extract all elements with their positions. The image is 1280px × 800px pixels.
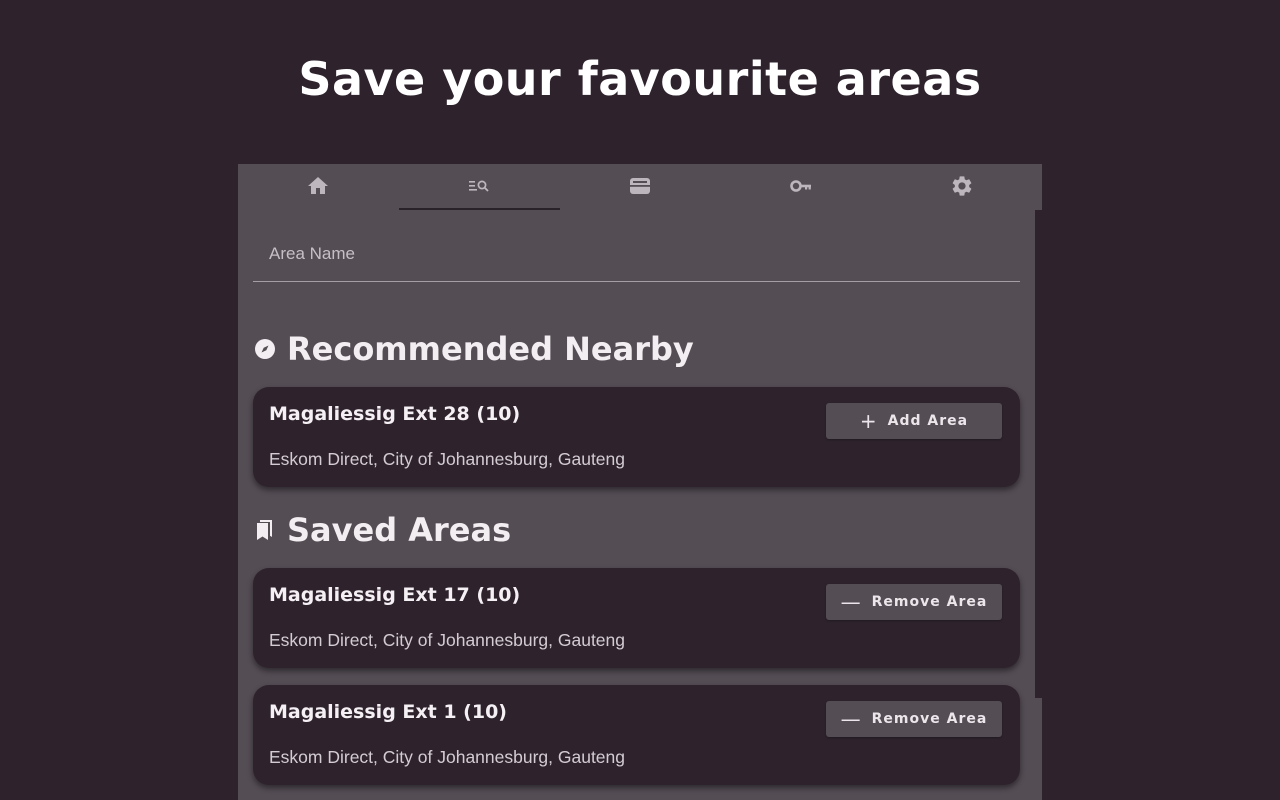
area-name: Magaliessig Ext 1 (10) bbox=[269, 701, 507, 723]
bookmarks-icon bbox=[253, 518, 277, 542]
area-search-field bbox=[253, 234, 1020, 282]
area-provider: Eskom Direct, City of Johannesburg, Gaut… bbox=[269, 630, 626, 650]
tab-search[interactable] bbox=[398, 164, 560, 210]
page-headline: Save your favourite areas bbox=[298, 52, 982, 106]
recommended-nearby-title: Recommended Nearby bbox=[287, 330, 694, 368]
remove-area-label: Remove Area bbox=[871, 711, 988, 727]
tab-bar bbox=[238, 164, 1042, 210]
gear-icon bbox=[952, 176, 971, 196]
saved-areas-title: Saved Areas bbox=[287, 511, 512, 549]
saved-area-card: Magaliessig Ext 17 (10) Eskom Direct, Ci… bbox=[253, 568, 1020, 668]
area-provider: Eskom Direct, City of Johannesburg, Gaut… bbox=[269, 449, 626, 469]
recommended-nearby-heading: Recommended Nearby bbox=[253, 330, 694, 368]
remove-area-button[interactable]: — Remove Area bbox=[826, 701, 1002, 737]
area-provider: Eskom Direct, City of Johannesburg, Gaut… bbox=[269, 747, 626, 767]
tab-wallet[interactable] bbox=[560, 164, 721, 210]
saved-areas-heading: Saved Areas bbox=[253, 511, 511, 549]
minus-icon: — bbox=[840, 590, 862, 614]
remove-area-button[interactable]: — Remove Area bbox=[826, 584, 1002, 620]
recommended-area-card: Magaliessig Ext 28 (10) Eskom Direct, Ci… bbox=[253, 387, 1020, 487]
plus-icon: + bbox=[859, 409, 878, 433]
search-list-icon bbox=[469, 180, 489, 192]
saved-area-card: Magaliessig Ext 1 (10) Eskom Direct, Cit… bbox=[253, 685, 1020, 785]
add-area-label: Add Area bbox=[887, 413, 969, 429]
key-icon bbox=[789, 180, 811, 192]
home-icon bbox=[308, 177, 329, 194]
compass-icon bbox=[253, 337, 277, 361]
app-window: Recommended Nearby Magaliessig Ext 28 (1… bbox=[238, 164, 1042, 800]
add-area-button[interactable]: + Add Area bbox=[826, 403, 1002, 439]
tab-key[interactable] bbox=[720, 164, 881, 210]
panel-edge bbox=[1035, 210, 1042, 698]
area-name-input[interactable] bbox=[253, 234, 1020, 274]
wallet-icon bbox=[629, 178, 650, 194]
area-name: Magaliessig Ext 28 (10) bbox=[269, 403, 521, 425]
remove-area-label: Remove Area bbox=[871, 594, 988, 610]
tab-home[interactable] bbox=[238, 164, 399, 210]
minus-icon: — bbox=[840, 707, 862, 731]
area-name: Magaliessig Ext 17 (10) bbox=[269, 584, 521, 606]
tab-settings[interactable] bbox=[881, 164, 1042, 210]
